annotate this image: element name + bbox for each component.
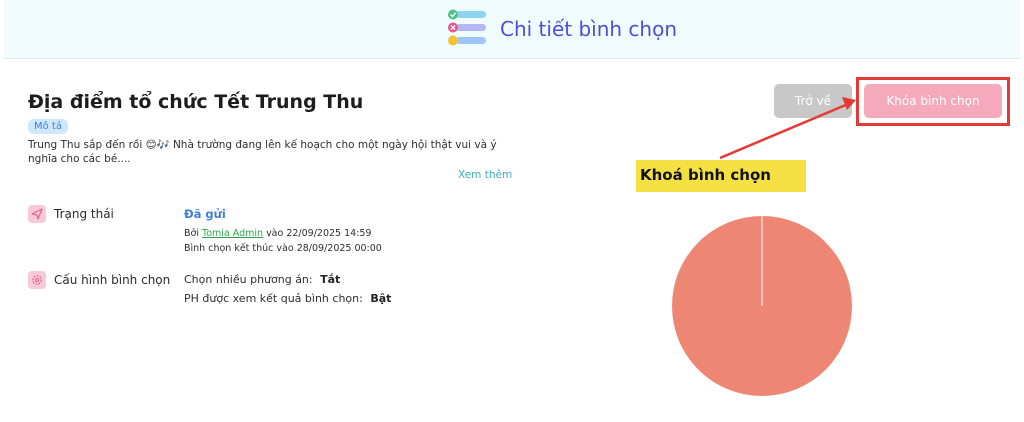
annotation-arrow — [719, 97, 856, 160]
poll-results-pie-chart — [672, 216, 852, 396]
app-frame: Chi tiết bình chọn Địa điểm tổ chức Tết … — [4, 0, 1020, 406]
annotation-callout: Khoá bình chọn — [636, 160, 806, 192]
